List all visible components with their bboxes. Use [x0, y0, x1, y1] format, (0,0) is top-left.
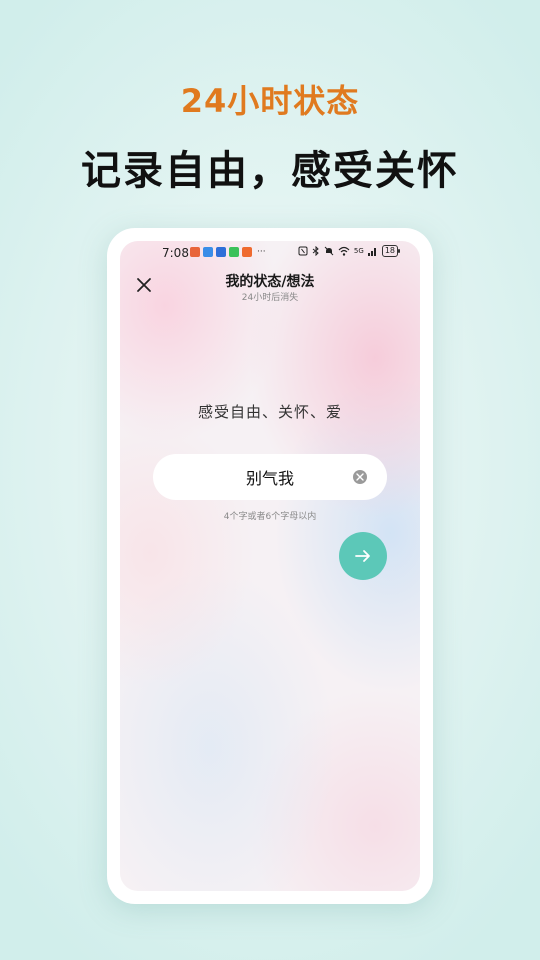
app-icon-orange	[190, 247, 200, 257]
promo-subtitle: 24小时状态	[180, 82, 360, 120]
network-type: 5G	[353, 247, 364, 255]
app-icon-orange-2	[242, 247, 252, 257]
more-notifications: ···	[257, 247, 266, 257]
app-icon-blue-2	[216, 247, 226, 257]
mute-icon	[324, 246, 334, 256]
phone-frame: 7:08 ··· 5G 18 我的状态/想法 24小时后消失 感受自由、关怀、爱…	[107, 228, 433, 904]
app-icon-blue	[203, 247, 213, 257]
app-icon-green	[229, 247, 239, 257]
status-input[interactable]	[183, 454, 357, 500]
status-time: 7:08	[162, 246, 189, 260]
signal-icon	[367, 248, 376, 256]
clear-input-button[interactable]	[353, 470, 367, 484]
nfc-icon	[298, 246, 308, 256]
notification-icons: ···	[190, 247, 266, 257]
wifi-icon	[338, 246, 350, 256]
page-subtitle: 24小时后消失	[241, 293, 299, 303]
arrow-right-icon	[355, 550, 370, 562]
submit-button[interactable]	[339, 532, 387, 580]
app-screen: 7:08 ··· 5G 18 我的状态/想法 24小时后消失 感受自由、关怀、爱…	[120, 241, 420, 891]
clear-icon	[356, 473, 364, 481]
status-bar: 7:08 ··· 5G 18	[120, 241, 420, 265]
promo-title: 记录自由，感受关怀	[81, 148, 459, 194]
battery-indicator: 18	[381, 245, 401, 257]
input-hint: 4个字或者6个字母以内	[223, 512, 317, 522]
bluetooth-icon	[312, 246, 319, 256]
system-icons: 5G 18	[298, 245, 401, 257]
status-input-container	[153, 454, 387, 500]
page-title: 我的状态/想法	[225, 274, 315, 290]
slogan-text: 感受自由、关怀、爱	[197, 403, 342, 421]
